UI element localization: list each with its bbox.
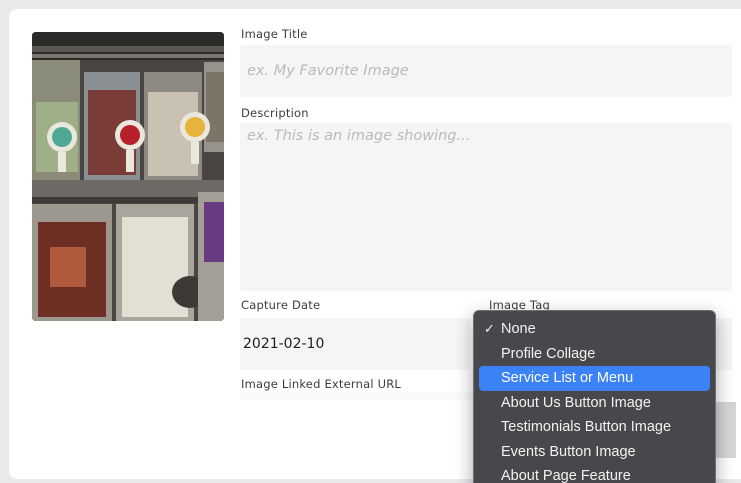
linked-url-label: Image Linked External URL bbox=[241, 377, 402, 391]
image-title-input[interactable] bbox=[240, 45, 732, 97]
capture-date-label: Capture Date bbox=[241, 298, 321, 312]
capture-date-input[interactable] bbox=[240, 318, 470, 370]
dropdown-option-profile-collage[interactable]: Profile Collage bbox=[479, 342, 710, 367]
option-label: Profile Collage bbox=[501, 345, 596, 362]
option-label: Testimonials Button Image bbox=[501, 419, 672, 435]
description-label: Description bbox=[241, 106, 309, 120]
image-tag-dropdown-menu: ✓ None Profile Collage Service List or M… bbox=[473, 310, 716, 483]
dropdown-option-about-us-button-image[interactable]: About Us Button Image bbox=[479, 391, 710, 416]
dropdown-option-events-button-image[interactable]: Events Button Image bbox=[479, 440, 710, 465]
option-label: None bbox=[501, 321, 536, 337]
dropdown-option-testimonials-button-image[interactable]: Testimonials Button Image bbox=[479, 415, 710, 440]
option-label: About Us Button Image bbox=[501, 394, 651, 411]
option-label: Events Button Image bbox=[501, 443, 636, 460]
linked-url-input[interactable] bbox=[240, 392, 480, 400]
gelato-display-photo bbox=[32, 32, 224, 321]
dropdown-option-about-page-feature[interactable]: About Page Feature bbox=[479, 464, 710, 483]
option-label: About Page Feature bbox=[501, 468, 631, 483]
description-textarea[interactable] bbox=[240, 123, 732, 291]
option-label: Service List or Menu bbox=[501, 370, 634, 386]
dropdown-option-service-list-or-menu[interactable]: Service List or Menu bbox=[479, 366, 710, 391]
checkmark-icon: ✓ bbox=[484, 321, 495, 336]
image-title-label: Image Title bbox=[241, 27, 308, 41]
dropdown-option-none[interactable]: ✓ None bbox=[479, 317, 710, 342]
image-thumbnail[interactable] bbox=[32, 32, 224, 321]
